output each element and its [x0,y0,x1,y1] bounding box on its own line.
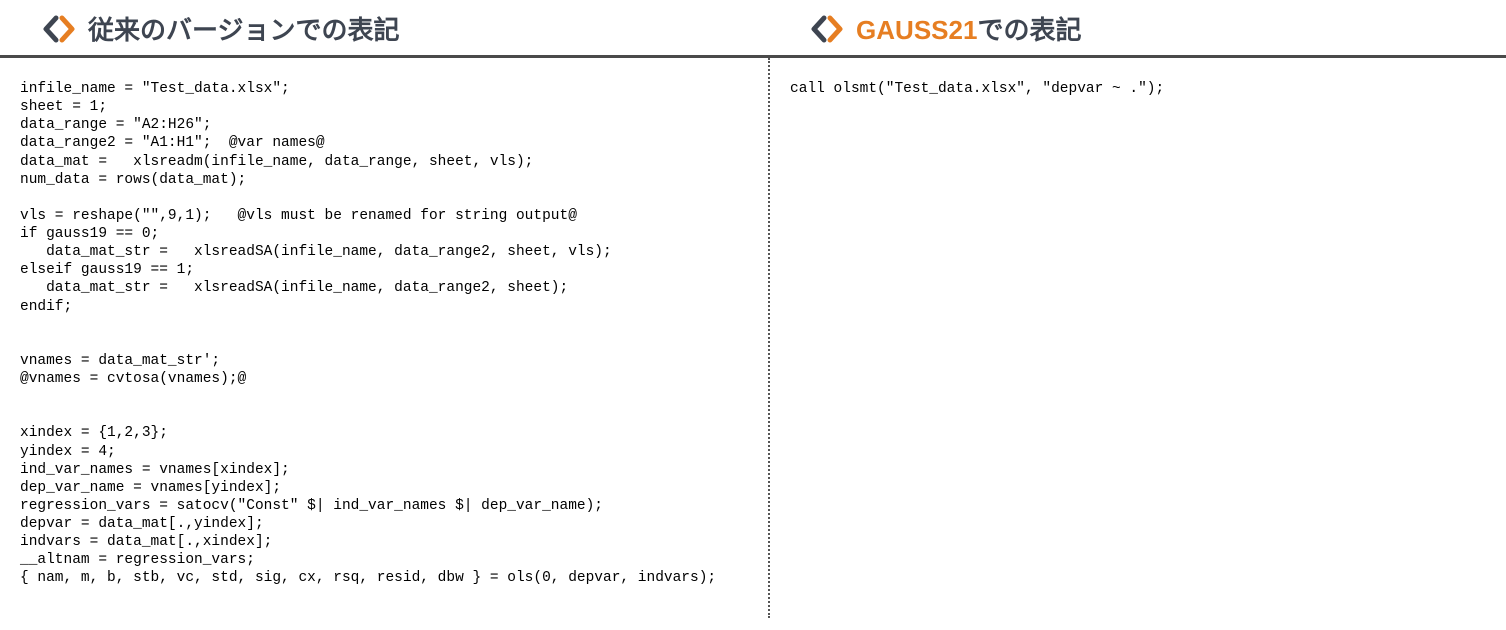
right-column: GAUSS21での表記 call olsmt("Test_data.xlsx",… [768,0,1506,618]
right-code-block: call olsmt("Test_data.xlsx", "depvar ~ .… [768,58,1506,618]
right-title: GAUSS21での表記 [856,10,1081,47]
left-header: 従来のバージョンでの表記 [0,0,768,58]
right-header: GAUSS21での表記 [768,0,1506,58]
code-chevron-icon [42,12,76,46]
left-code-block: infile_name = "Test_data.xlsx"; sheet = … [0,58,768,604]
code-chevron-icon [810,12,844,46]
left-column: 従来のバージョンでの表記 infile_name = "Test_data.xl… [0,0,768,618]
comparison-container: 従来のバージョンでの表記 infile_name = "Test_data.xl… [0,0,1506,618]
right-title-highlight: GAUSS21 [856,15,977,45]
left-title: 従来のバージョンでの表記 [88,10,399,47]
right-title-suffix: での表記 [977,15,1081,45]
